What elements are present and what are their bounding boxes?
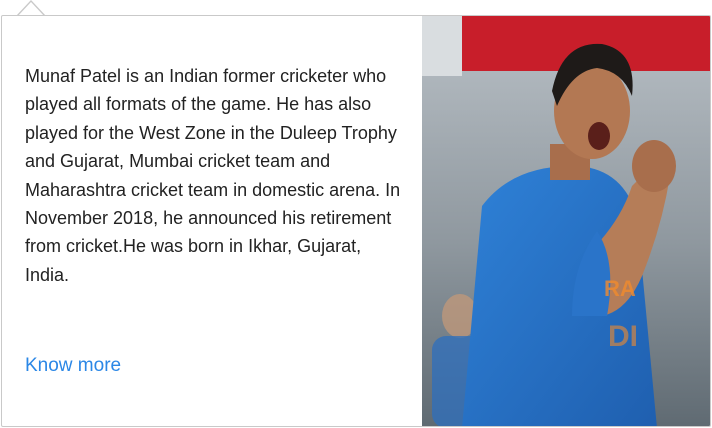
player-photo: RA DI	[422, 16, 710, 426]
know-more-link[interactable]: Know more	[25, 355, 121, 377]
svg-text:DI: DI	[608, 320, 638, 353]
bio-text: Munaf Patel is an Indian former crickete…	[25, 66, 401, 285]
svg-text:RA: RA	[604, 276, 636, 301]
info-card: Munaf Patel is an Indian former crickete…	[1, 15, 711, 427]
